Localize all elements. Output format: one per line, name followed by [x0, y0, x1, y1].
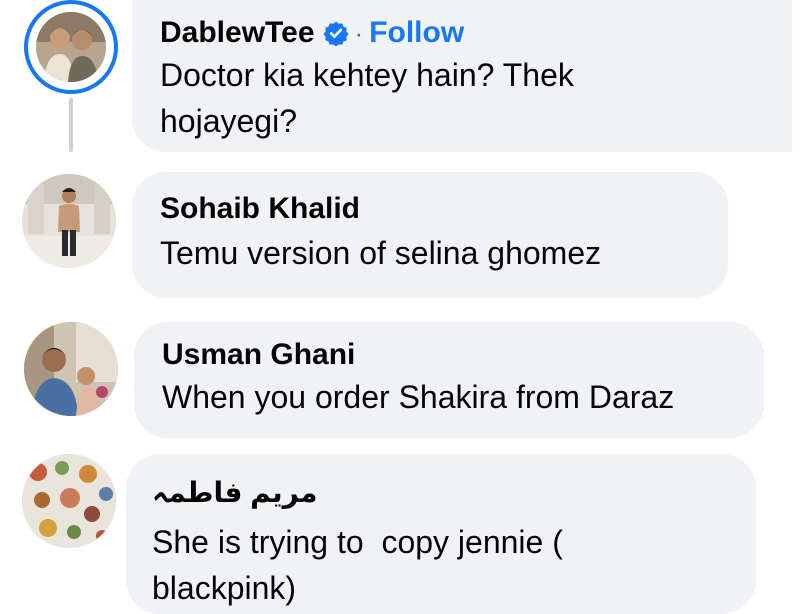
comment-header: DablewTee · Follow — [160, 16, 792, 50]
crafts-collage-photo — [22, 454, 116, 548]
comment-bubble: Usman Ghani When you order Shakira from … — [134, 322, 764, 438]
comment-item: مریم فاطمہ She is trying to copy jennie … — [0, 450, 800, 614]
man-standing-in-mall-photo — [22, 174, 116, 268]
thread-connector-line — [69, 98, 73, 152]
comment-text: Doctor kia kehtey hain? Thek hojayegi? — [160, 57, 574, 139]
avatar[interactable] — [24, 322, 118, 416]
comment-author[interactable]: مریم فاطمہ — [152, 476, 317, 509]
comment-bubble: مریم فاطمہ She is trying to copy jennie … — [126, 454, 756, 614]
avatar[interactable] — [22, 454, 116, 548]
comment-bubble: DablewTee · Follow Doctor kia kehtey hai… — [132, 0, 792, 152]
comment-text: She is trying to copy jennie ( blackpink… — [152, 524, 572, 606]
comment-header: Sohaib Khalid — [160, 192, 728, 226]
verified-badge-icon — [323, 20, 349, 47]
comment-author[interactable]: DablewTee — [160, 16, 315, 50]
comment-header: Usman Ghani — [162, 338, 764, 372]
comment-item: DablewTee · Follow Doctor kia kehtey hai… — [0, 0, 800, 160]
comment-header: مریم فاطمہ — [152, 476, 756, 509]
comment-author[interactable]: Usman Ghani — [162, 338, 355, 372]
comment-text: When you order Shakira from Daraz — [162, 379, 675, 415]
comment-text: Temu version of selina ghomez — [160, 235, 602, 271]
comment-bubble: Sohaib Khalid Temu version of selina gho… — [132, 172, 728, 298]
comment-item: Usman Ghani When you order Shakira from … — [0, 318, 800, 448]
two-men-selfie-photo — [36, 12, 106, 82]
comment-author[interactable]: Sohaib Khalid — [160, 192, 360, 226]
avatar[interactable] — [22, 174, 116, 268]
separator-dot: · — [354, 17, 364, 48]
follow-button[interactable]: Follow — [369, 16, 464, 50]
avatar[interactable] — [36, 12, 106, 82]
comment-item: Sohaib Khalid Temu version of selina gho… — [0, 170, 800, 300]
man-with-child-photo — [24, 322, 118, 416]
